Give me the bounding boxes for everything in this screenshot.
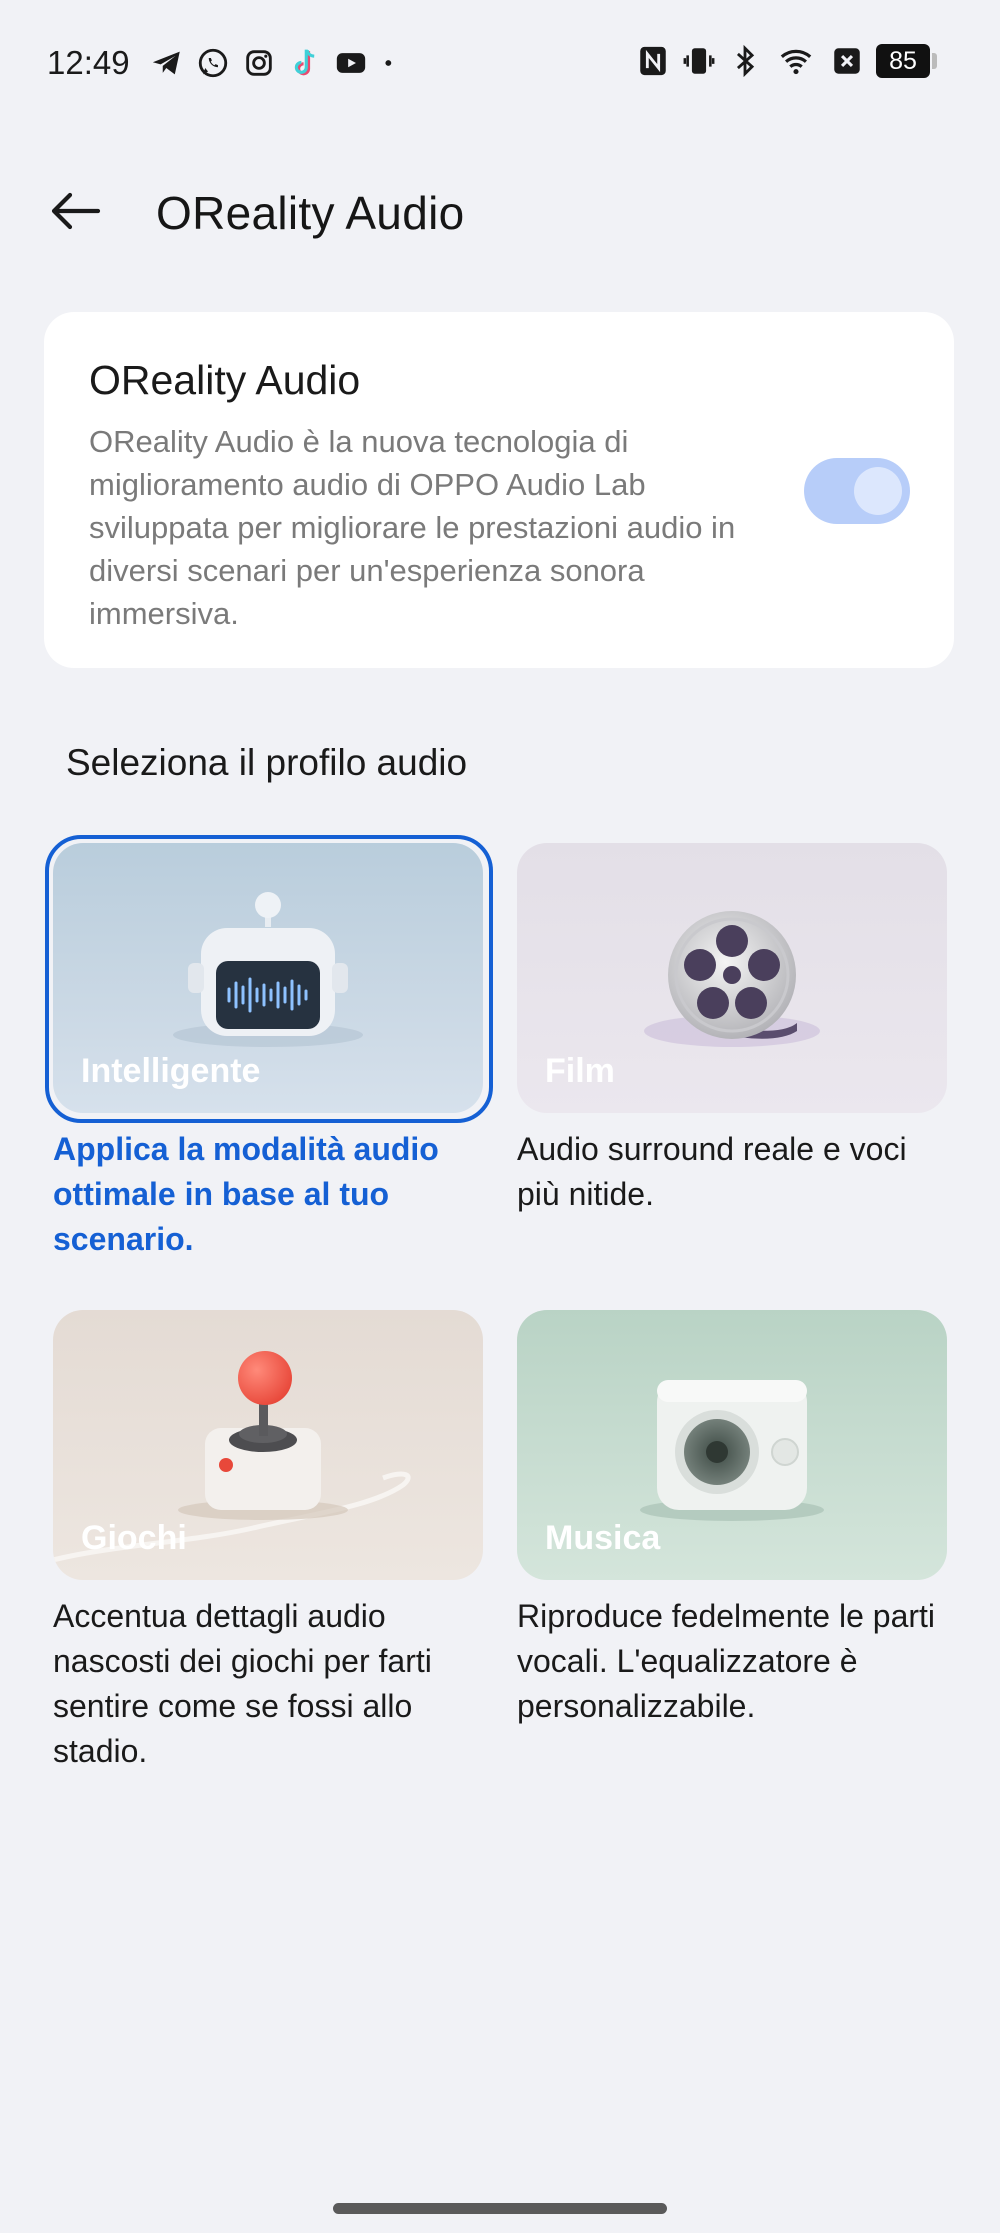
profile-name: Musica <box>545 1519 661 1557</box>
battery-indicator: 85 <box>876 44 937 78</box>
profile-description: Accentua dettagli audio nascosti dei gio… <box>53 1598 432 1769</box>
profile-image: Giochi <box>53 1310 483 1580</box>
whatsapp-icon <box>198 48 228 78</box>
profile-description: Audio surround reale e voci più nitide. <box>517 1131 907 1212</box>
home-indicator[interactable] <box>333 2203 667 2214</box>
profile-name: Intelligente <box>81 1052 261 1090</box>
toggle-knob <box>854 467 902 515</box>
profile-name: Film <box>545 1052 615 1090</box>
vibrate-icon <box>683 48 715 74</box>
section-title: Seleziona il profilo audio <box>66 742 468 783</box>
more-dot-icon <box>385 60 392 66</box>
profile-name: Giochi <box>81 1519 187 1557</box>
back-button[interactable] <box>46 186 106 236</box>
profile-description: Applica la modalità audio ottimale in ba… <box>53 1131 439 1257</box>
bluetooth-icon <box>736 44 755 78</box>
data-off-icon <box>834 48 860 74</box>
page-title: OReality Audio <box>156 187 465 239</box>
youtube-icon <box>336 53 366 73</box>
status-bar: 12:49 85 <box>0 0 1000 130</box>
feature-description: OReality Audio è la nuova tecnologia di … <box>89 424 736 631</box>
nfc-icon <box>640 46 666 76</box>
feature-title: OReality Audio <box>89 357 361 403</box>
profile-tile-musica[interactable]: Musica Riproduce fedelmente le parti voc… <box>517 1310 947 1729</box>
wifi-icon <box>780 49 812 75</box>
notification-icons <box>150 46 400 80</box>
profile-tile-intelligente[interactable]: Intelligente Applica la modalità audio o… <box>45 835 493 1262</box>
profile-tile-giochi[interactable]: Giochi Accentua dettagli audio nascosti … <box>53 1310 483 1774</box>
profile-description: Riproduce fedelmente le parti vocali. L'… <box>517 1598 936 1724</box>
oreality-audio-card: OReality Audio OReality Audio è la nuova… <box>44 312 954 668</box>
arrow-left-icon <box>51 192 101 230</box>
system-icons: 85 <box>636 44 937 78</box>
telegram-icon <box>152 51 180 75</box>
status-time: 12:49 <box>47 44 130 81</box>
profile-image: Musica <box>517 1310 947 1580</box>
oreality-audio-toggle[interactable] <box>804 458 910 524</box>
profile-image: Film <box>517 843 947 1113</box>
profile-tile-film[interactable]: Film Audio surround reale e voci più nit… <box>517 843 947 1217</box>
profile-image: Intelligente <box>53 843 483 1113</box>
tiktok-icon <box>294 49 315 76</box>
instagram-icon <box>246 50 272 76</box>
